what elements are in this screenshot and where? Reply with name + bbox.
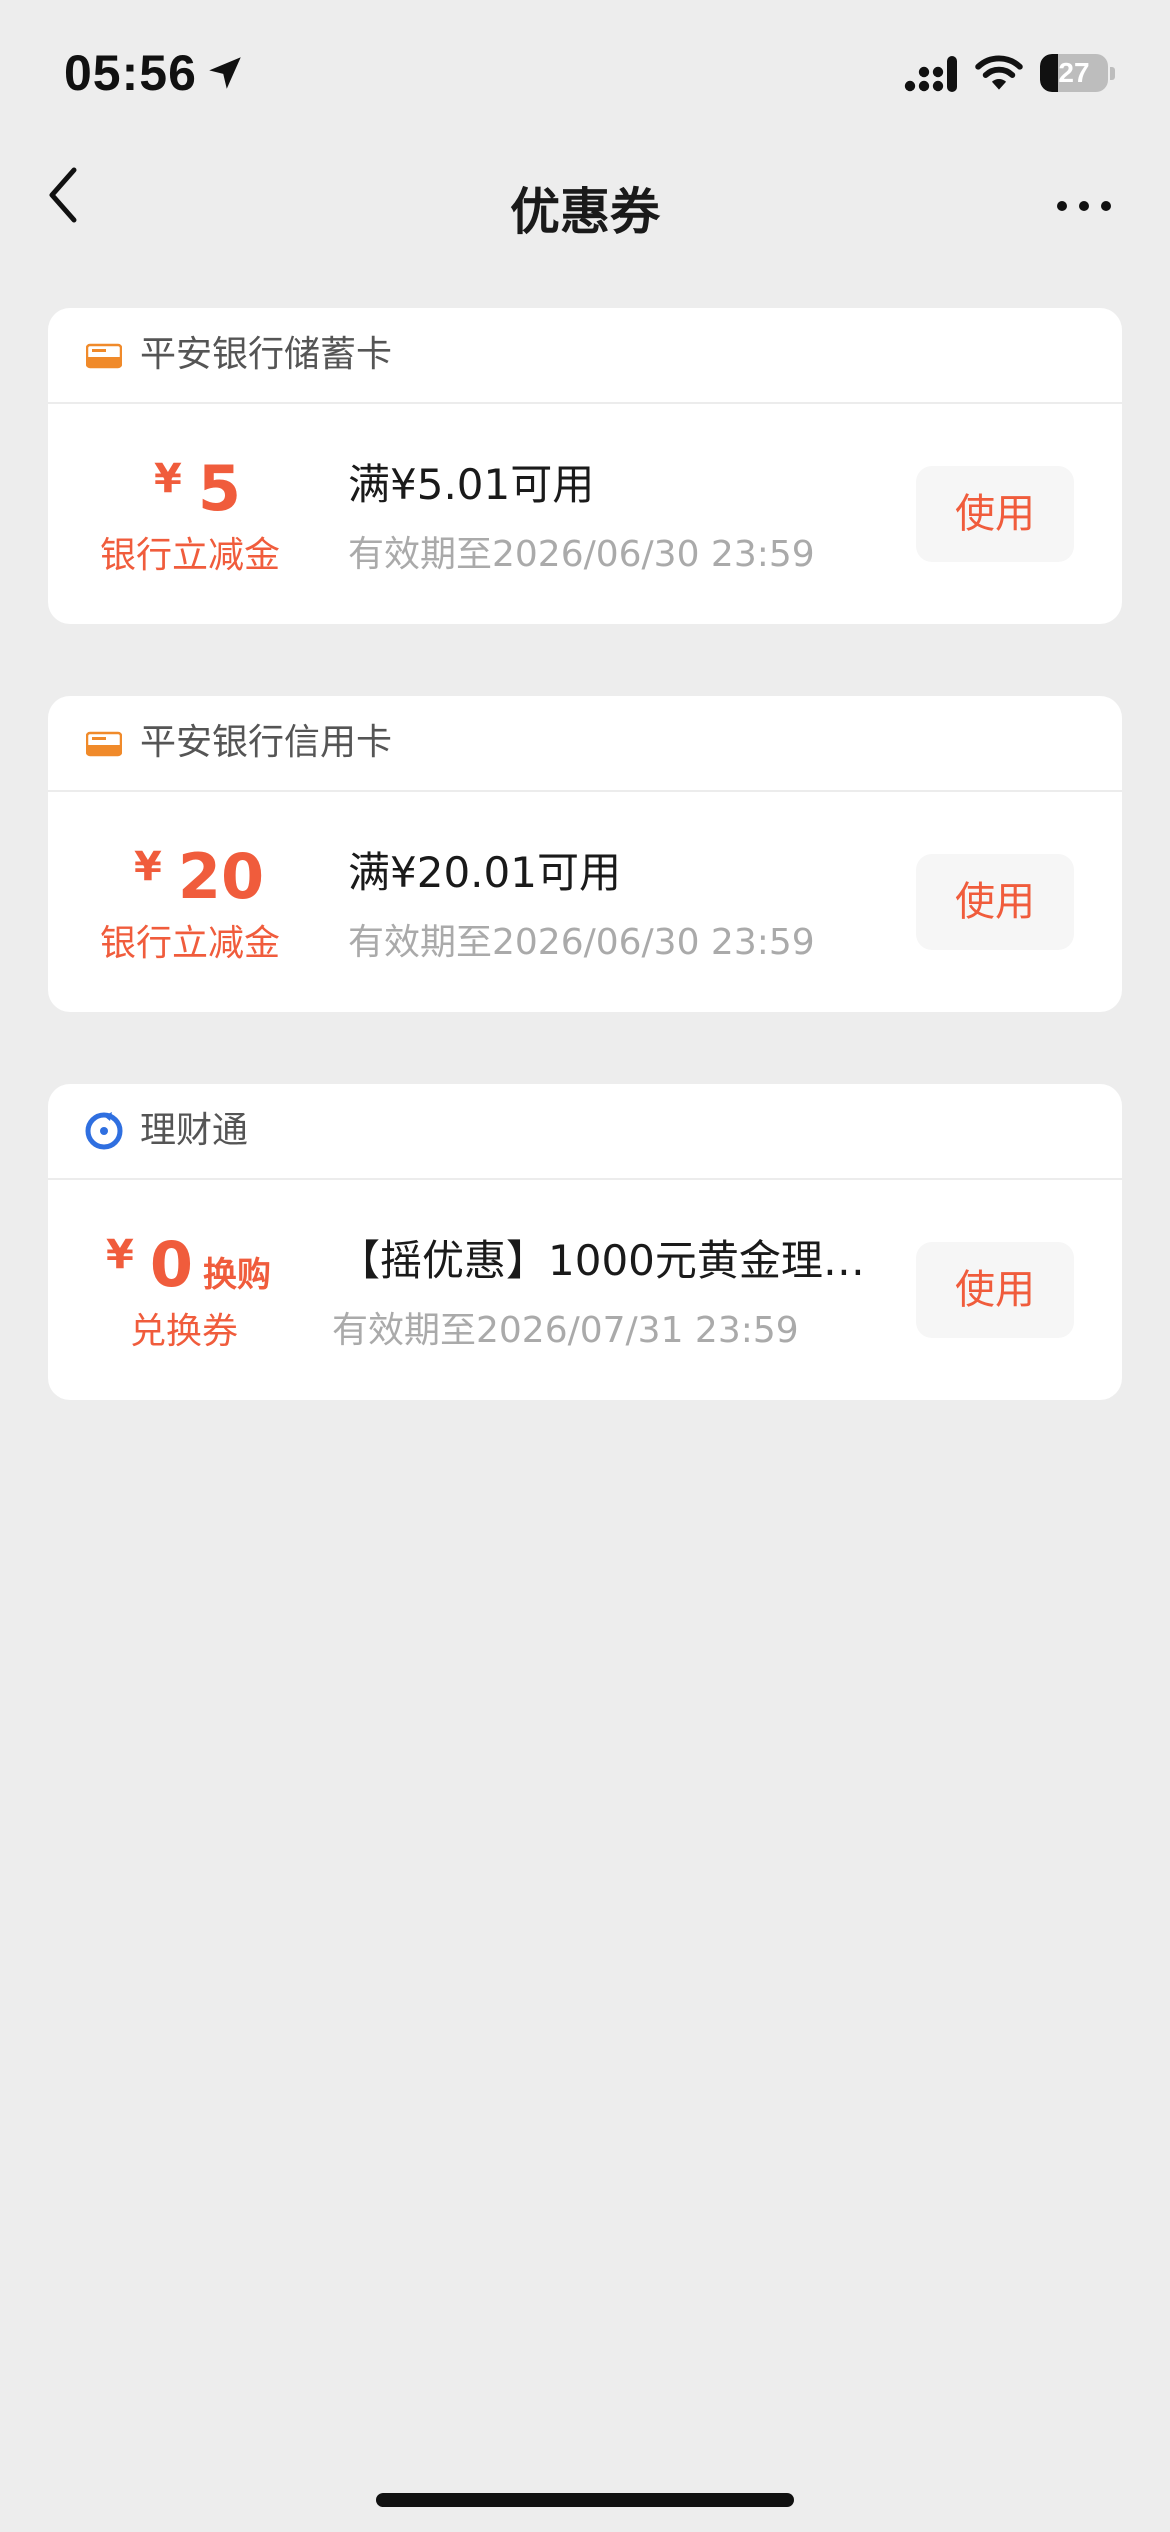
coupon-condition: 【摇优惠】1000元黄金理财体验金 — [338, 1236, 884, 1285]
coupon-amount: ¥20 — [134, 840, 264, 913]
currency-symbol: ¥ — [154, 456, 182, 502]
currency-symbol: ¥ — [106, 1232, 134, 1278]
ellipsis-icon[interactable] — [1054, 196, 1114, 216]
battery-level: 27 — [1058, 57, 1090, 88]
coupon-type-label: 银行立减金 — [100, 535, 281, 576]
use-coupon-button[interactable]: 使用 — [916, 466, 1074, 562]
battery-icon: 27 — [1040, 54, 1116, 94]
bank-card-icon — [86, 731, 122, 757]
coupon-issuer: 理财通 — [140, 1110, 249, 1151]
coupon-amount: ¥0 换购 — [106, 1228, 271, 1301]
page-title: 优惠券 — [510, 183, 660, 241]
use-coupon-button[interactable]: 使用 — [916, 854, 1074, 950]
coupon-amount: ¥5 — [154, 452, 241, 525]
status-time: 05:56 — [64, 45, 197, 101]
bank-card-icon — [86, 343, 122, 369]
use-coupon-button[interactable]: 使用 — [916, 1242, 1074, 1338]
coupon-card-header: 平安银行储蓄卡 — [48, 308, 1122, 404]
signal-icon — [904, 56, 957, 92]
coupon-card: 平安银行信用卡 ¥20 银行立减金 满¥20.01可用 有效期至2026/06/… — [48, 696, 1122, 1012]
licaitong-logo-icon — [85, 1112, 123, 1150]
amount-value: 0 — [149, 1228, 193, 1301]
coupon-type-label: 银行立减金 — [100, 923, 281, 964]
wifi-icon — [975, 55, 1023, 90]
coupon-issuer: 平安银行信用卡 — [140, 722, 393, 763]
currency-symbol: ¥ — [134, 844, 162, 890]
coupon-expiry: 有效期至2026/06/30 23:59 — [348, 922, 815, 963]
coupon-issuer: 平安银行储蓄卡 — [140, 334, 393, 375]
coupon-card-header: 平安银行信用卡 — [48, 696, 1122, 792]
amount-suffix: 换购 — [202, 1255, 271, 1295]
coupon-condition: 满¥20.01可用 — [348, 848, 621, 897]
coupon-type-label: 兑换券 — [130, 1311, 239, 1352]
coupon-expiry: 有效期至2026/07/31 23:59 — [332, 1310, 799, 1351]
amount-value: 5 — [197, 452, 241, 525]
coupon-card-header: 理财通 — [48, 1084, 1122, 1180]
coupon-card: 理财通 ¥0换购 兑换券 【摇优惠】1000元黄金理财体验金 有效期至2026/… — [48, 1084, 1122, 1400]
coupon-expiry: 有效期至2026/06/30 23:59 — [348, 534, 815, 575]
coupon-condition: 满¥5.01可用 — [348, 460, 595, 509]
home-indicator — [376, 2493, 794, 2507]
coupon-card: 平安银行储蓄卡 ¥5 银行立减金 满¥5.01可用 有效期至2026/06/30… — [48, 308, 1122, 624]
location-arrow-icon — [209, 57, 241, 89]
status-bar: 05:56 27 — [0, 0, 1170, 150]
amount-value: 20 — [177, 840, 265, 913]
